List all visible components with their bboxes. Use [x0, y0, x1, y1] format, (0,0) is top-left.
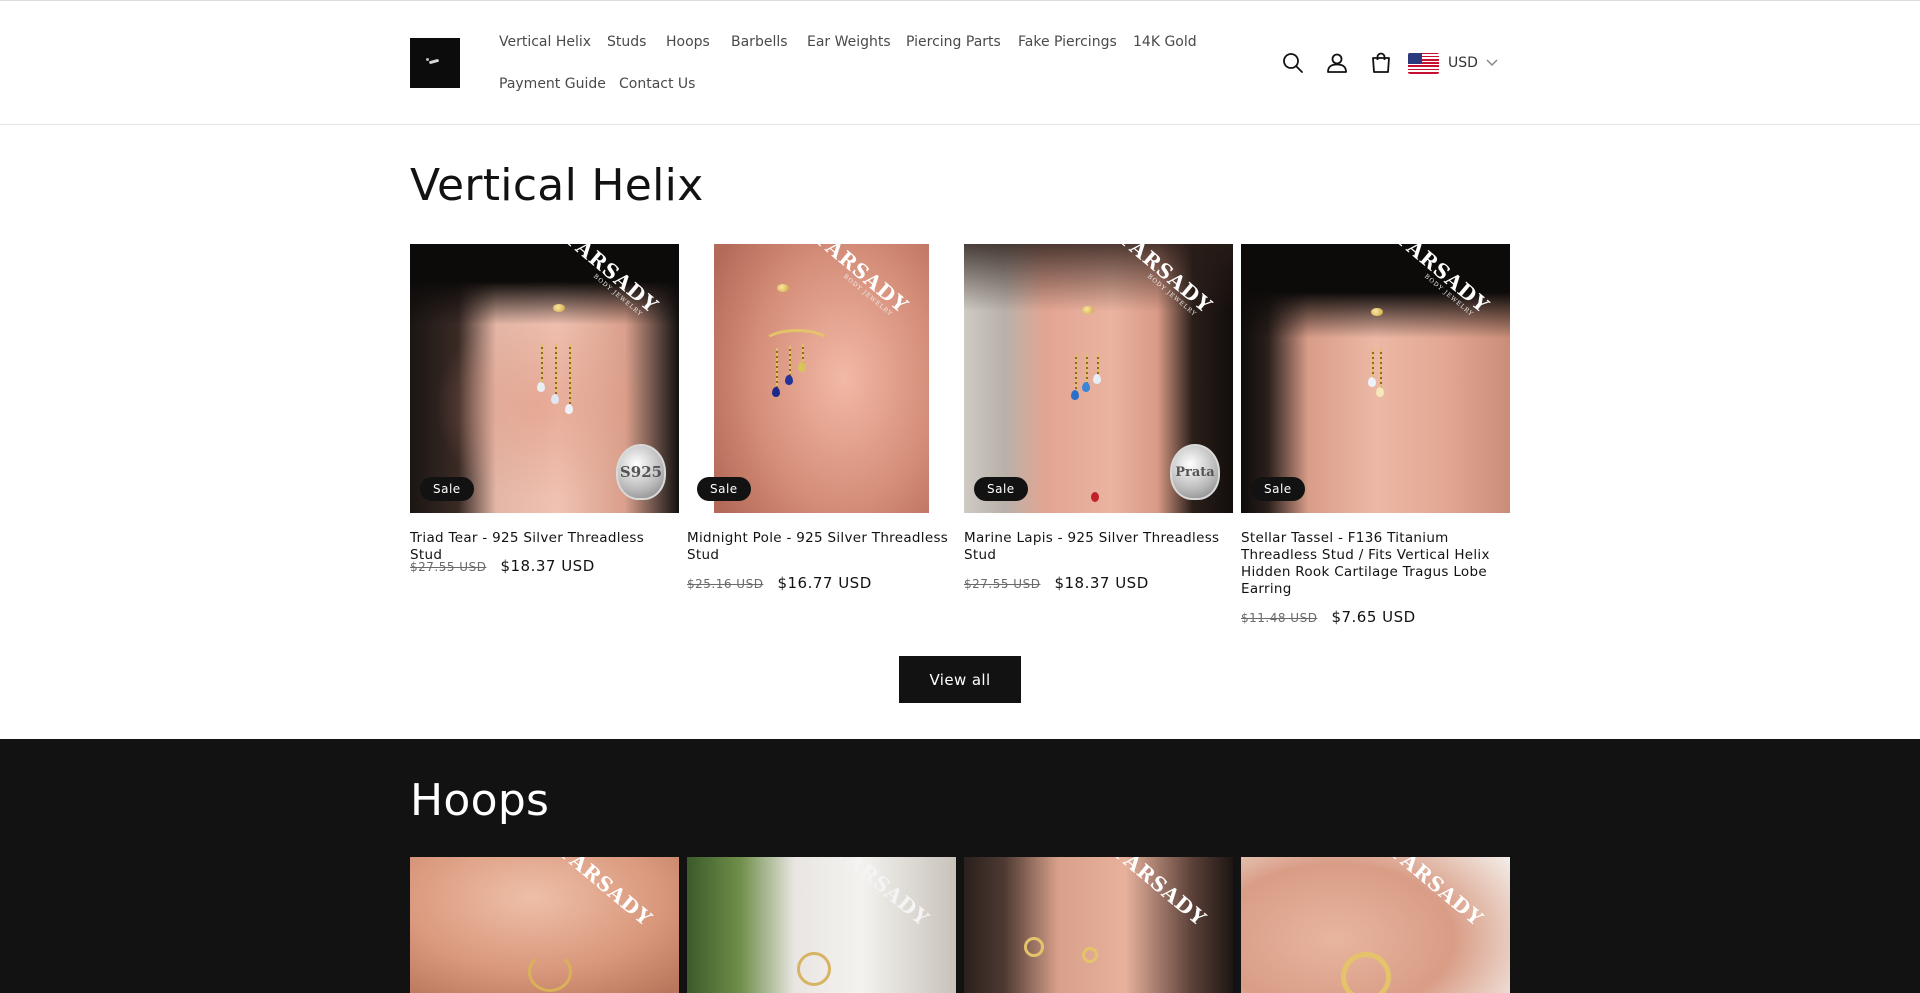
product-price: $27.55 USD $18.37 USD — [964, 574, 1149, 592]
product-title[interactable]: Marine Lapis - 925 Silver Threadless Stu… — [964, 530, 1233, 564]
us-flag-icon — [1408, 52, 1439, 74]
product-price: $27.55 USD $18.37 USD — [410, 557, 595, 575]
price-sale: $16.77 USD — [777, 574, 872, 592]
product-image[interactable]: FARSADY BODY JEWELRY Sale — [1241, 244, 1510, 513]
logo-jewel-mark — [428, 58, 440, 65]
product-image[interactable]: FARSADY — [964, 857, 1233, 993]
product-image[interactable]: FARSADY BODY JEWELRY S925 Sale — [410, 244, 679, 513]
nav-payment-guide[interactable]: Payment Guide — [499, 76, 606, 92]
currency-label: USD — [1448, 55, 1478, 71]
nav-barbells[interactable]: Barbells — [731, 34, 788, 50]
account-icon[interactable] — [1324, 50, 1350, 76]
product-title[interactable]: Midnight Pole - 925 Silver Threadless St… — [687, 530, 956, 564]
sale-badge: Sale — [974, 477, 1028, 501]
silver-seal-badge: Prata — [1170, 444, 1220, 500]
search-icon[interactable] — [1280, 50, 1306, 76]
product-image[interactable]: FARSADY BODY JEWELRY Prata Sale — [964, 244, 1233, 513]
view-all-button[interactable]: View all — [899, 656, 1021, 703]
sale-badge: Sale — [420, 477, 474, 501]
price-regular: $25.16 USD — [687, 577, 764, 591]
silver-seal-badge: S925 — [616, 444, 666, 500]
price-regular: $11.48 USD — [1241, 611, 1318, 625]
sale-badge: Sale — [697, 477, 751, 501]
sale-badge: Sale — [1251, 477, 1305, 501]
hoops-section: Hoops FARSADY FARSADY FARSADY FARSADY — [0, 739, 1920, 993]
section-title: Vertical Helix — [410, 160, 704, 211]
site-header: Vertical Helix Studs Hoops Barbells Ear … — [0, 1, 1920, 125]
price-regular: $27.55 USD — [410, 560, 487, 574]
section-title: Hoops — [410, 775, 550, 826]
product-price: $25.16 USD $16.77 USD — [687, 574, 872, 592]
nav-studs[interactable]: Studs — [607, 34, 646, 50]
product-image[interactable]: FARSADY — [1241, 857, 1510, 993]
nav-14k-gold[interactable]: 14K Gold — [1133, 34, 1197, 50]
cart-icon[interactable] — [1368, 50, 1394, 76]
nav-fake-piercings[interactable]: Fake Piercings — [1018, 34, 1117, 50]
price-sale: $18.37 USD — [1054, 574, 1149, 592]
product-image[interactable]: FARSADY — [687, 857, 956, 993]
product-price: $11.48 USD $7.65 USD — [1241, 608, 1416, 626]
chevron-down-icon — [1486, 59, 1498, 67]
product-image[interactable]: FARSADY — [410, 857, 679, 993]
price-regular: $27.55 USD — [964, 577, 1041, 591]
product-image[interactable]: FARSADY BODY JEWELRY Sale — [687, 244, 956, 513]
currency-selector[interactable]: USD — [1408, 51, 1498, 75]
nav-vertical-helix[interactable]: Vertical Helix — [499, 34, 591, 50]
nav-ear-weights[interactable]: Ear Weights — [807, 34, 891, 50]
price-sale: $18.37 USD — [500, 557, 595, 575]
product-title[interactable]: Stellar Tassel - F136 Titanium Threadles… — [1241, 530, 1510, 598]
nav-hoops[interactable]: Hoops — [666, 34, 710, 50]
nav-contact-us[interactable]: Contact Us — [619, 76, 695, 92]
store-logo[interactable] — [410, 38, 460, 88]
logo-jewel-dot — [426, 58, 429, 61]
price-sale: $7.65 USD — [1331, 608, 1416, 626]
nav-piercing-parts[interactable]: Piercing Parts — [906, 34, 1001, 50]
